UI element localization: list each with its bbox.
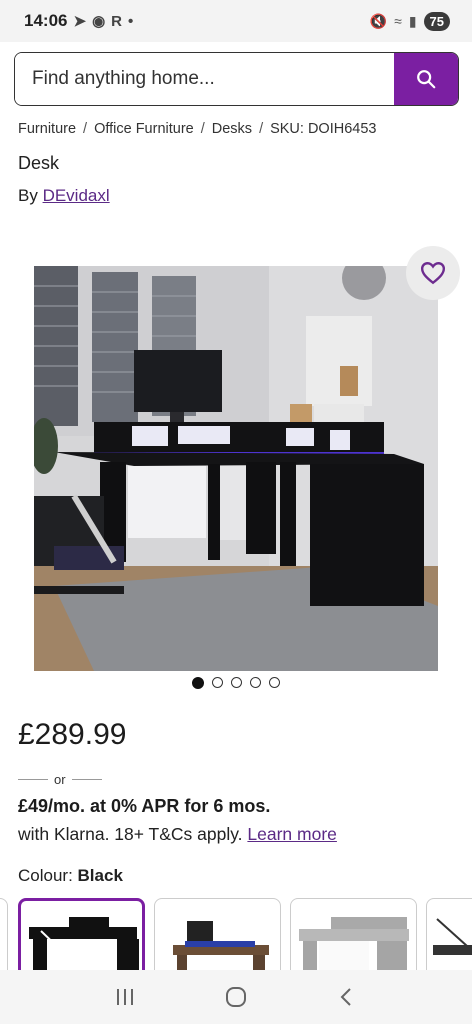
home-icon[interactable] xyxy=(224,986,248,1008)
breadcrumb-separator: / xyxy=(259,121,264,137)
colour-label-text: Colour: xyxy=(18,866,78,885)
back-icon[interactable] xyxy=(335,986,359,1008)
price: £289.99 xyxy=(18,718,127,751)
more-dot-icon: • xyxy=(128,12,134,30)
status-right: 🔇 ≈ ▮ 75 xyxy=(369,11,450,31)
breadcrumb: Furniture / Office Furniture / Desks / S… xyxy=(18,121,376,137)
gallery-dots xyxy=(192,677,280,689)
product-title: Desk xyxy=(18,153,60,173)
swatch-grey-concrete[interactable] xyxy=(290,898,417,970)
status-bar: 14:06 ➤ ◉ R • 🔇 ≈ ▮ 75 xyxy=(0,0,472,42)
byline: By DEvidaxl xyxy=(18,186,110,206)
klarna-note: with Klarna. 18+ T&Cs apply. Learn more xyxy=(18,824,337,845)
swatch-partial-right[interactable] xyxy=(426,898,472,970)
divider-line xyxy=(71,779,102,780)
by-label: By xyxy=(18,186,43,205)
swatch-partial-left[interactable] xyxy=(0,898,8,970)
swatch-partial-right-image xyxy=(433,918,472,955)
learn-more-link[interactable]: Learn more xyxy=(247,824,337,844)
breadcrumb-separator: / xyxy=(200,121,205,137)
gallery-dot[interactable] xyxy=(212,677,223,688)
breadcrumb-office-furniture[interactable]: Office Furniture xyxy=(94,121,194,137)
colour-label: Colour: Black xyxy=(18,866,123,886)
system-nav-bar xyxy=(0,970,472,1024)
gallery-dot[interactable] xyxy=(231,677,242,688)
gallery-dot[interactable] xyxy=(269,677,280,688)
messenger-icon: ◉ xyxy=(92,13,106,30)
finance-offer: £49/mo. at 0% APR for 6 mos. xyxy=(18,796,271,816)
colour-swatches xyxy=(0,898,472,970)
breadcrumb-separator: / xyxy=(83,121,88,137)
search-input[interactable] xyxy=(15,53,394,105)
swatch-grey-concrete-image xyxy=(299,917,409,970)
search-bar xyxy=(14,52,459,106)
swatch-smoked-oak[interactable] xyxy=(154,898,281,970)
brand-link[interactable]: DEvidaxl xyxy=(43,186,110,205)
battery-badge: 75 xyxy=(423,11,450,31)
breadcrumb-desks[interactable]: Desks xyxy=(212,121,252,137)
wifi-icon: ≈ xyxy=(394,13,402,29)
product-image[interactable] xyxy=(34,266,438,671)
divider-line xyxy=(18,779,48,780)
swatch-black[interactable] xyxy=(18,898,145,970)
gallery-dot[interactable] xyxy=(250,677,261,688)
colour-value: Black xyxy=(77,866,123,885)
mute-icon: 🔇 xyxy=(369,12,388,29)
or-divider: or xyxy=(18,772,102,787)
app-r-icon: R xyxy=(111,12,122,30)
gallery-dot[interactable] xyxy=(192,677,204,689)
telegram-icon: ➤ xyxy=(73,13,87,30)
breadcrumb-sku: SKU: DOIH6453 xyxy=(270,121,377,137)
status-time: 14:06 xyxy=(24,11,68,30)
search-button[interactable] xyxy=(394,53,458,105)
heart-icon xyxy=(420,262,446,285)
search-icon xyxy=(417,70,436,89)
breadcrumb-furniture[interactable]: Furniture xyxy=(18,121,76,137)
klarna-text: with Klarna. 18+ T&Cs apply. xyxy=(18,824,248,844)
favourite-button[interactable] xyxy=(406,246,460,300)
status-left: 14:06 ➤ ◉ R • xyxy=(24,11,133,31)
desk-photo xyxy=(34,266,438,671)
swatch-smoked-oak-image xyxy=(173,921,269,970)
swatch-black-image xyxy=(29,917,139,970)
recent-apps-icon[interactable] xyxy=(113,986,137,1008)
signal-icon: ▮ xyxy=(408,12,417,29)
or-label: or xyxy=(54,772,66,787)
